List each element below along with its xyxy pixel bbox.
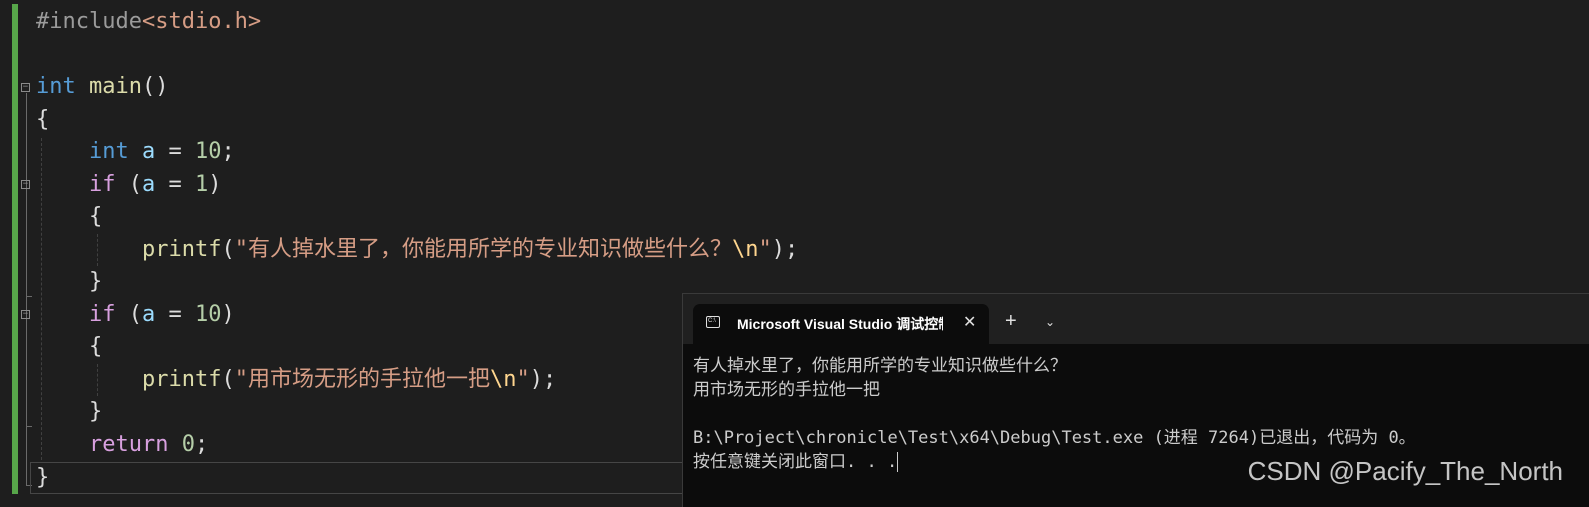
console-line: 用市场无形的手拉他一把 (693, 380, 880, 400)
code-line-5[interactable]: int a = 10; (36, 136, 235, 168)
type-keyword: int (36, 74, 76, 99)
variable-token: a (141, 139, 156, 164)
brace-token: } (36, 465, 50, 490)
operator-token: = (155, 302, 195, 327)
parens-token: () (141, 74, 169, 99)
code-line-4[interactable]: { (36, 104, 49, 136)
function-name: main (89, 74, 142, 99)
number-token: 10 (194, 139, 222, 164)
code-line-6[interactable]: if (a = 1) (36, 169, 222, 201)
escape-sequence-token: \n (489, 367, 517, 392)
brace-token: } (88, 399, 103, 424)
string-quote-token: " (758, 237, 772, 262)
variable-token: a (141, 302, 156, 327)
fold-end-if1 (26, 296, 32, 297)
semicolon-token: ; (221, 139, 235, 164)
code-line-14[interactable]: return 0; (36, 429, 208, 461)
code-line-12[interactable]: printf("用市场无形的手拉他一把\n"); (36, 364, 556, 396)
console-prompt-text: 按任意键关闭此窗口. . . (693, 452, 898, 472)
collapse-main-icon[interactable]: − (21, 83, 30, 92)
call-close-token: ); (771, 237, 799, 262)
code-line-13[interactable]: } (36, 396, 102, 428)
collapse-if2-icon[interactable]: − (21, 310, 30, 319)
string-literal-token: "有人掉水里了，你能用所学的专业知识做些什么？ (234, 237, 732, 262)
text-cursor (897, 452, 899, 472)
chevron-down-icon[interactable]: ⌄ (1045, 312, 1055, 332)
number-token: 1 (194, 172, 209, 197)
number-token: 10 (194, 302, 222, 327)
brace-token: { (36, 107, 50, 132)
operator-token: = (155, 139, 195, 164)
code-line-15[interactable]: } (36, 462, 49, 494)
outlining-margin: − − − (18, 0, 34, 506)
number-token: 0 (181, 432, 195, 457)
code-line-1[interactable]: #include<stdio.h> (36, 6, 261, 38)
function-call-token: printf (141, 237, 222, 262)
code-line-9[interactable]: } (36, 266, 102, 298)
console-tab[interactable]: C:\ Microsoft Visual Studio 调试控制台 ✕ (693, 304, 989, 344)
console-titlebar[interactable]: C:\ Microsoft Visual Studio 调试控制台 ✕ + ⌄ (683, 294, 1589, 344)
fold-end-if2 (26, 426, 32, 427)
code-line-7[interactable]: { (36, 201, 102, 233)
console-line: 有人掉水里了，你能用所学的专业知识做些什么？ (693, 356, 1067, 376)
brace-token: { (88, 334, 103, 359)
type-keyword: int (88, 139, 129, 164)
control-keyword: return (88, 432, 169, 457)
brace-token: { (88, 204, 103, 229)
terminal-icon-label: C:\ (708, 318, 716, 324)
code-line-3[interactable]: int main() (36, 71, 168, 103)
brace-token: } (88, 269, 103, 294)
call-close-token: ); (529, 367, 557, 392)
variable-token: a (141, 172, 156, 197)
function-call-token: printf (141, 367, 222, 392)
terminal-icon: C:\ (706, 316, 720, 328)
string-literal-token: "用市场无形的手拉他一把 (234, 367, 490, 392)
include-header-token: <stdio.h> (141, 9, 262, 34)
string-quote-token: " (516, 367, 530, 392)
collapse-if1-icon[interactable]: − (21, 180, 30, 189)
code-line-8[interactable]: printf("有人掉水里了，你能用所学的专业知识做些什么？\n"); (36, 234, 798, 266)
escape-sequence-token: \n (731, 237, 759, 262)
code-line-11[interactable]: { (36, 331, 102, 363)
code-line-10[interactable]: if (a = 10) (36, 299, 235, 331)
control-keyword: if (88, 302, 116, 327)
control-keyword: if (88, 172, 116, 197)
watermark: CSDN @Pacify_The_North (1247, 456, 1563, 486)
console-line: B:\Project\chronicle\Test\x64\Debug\Test… (693, 428, 1416, 448)
semicolon-token: ; (194, 432, 209, 457)
close-tab-icon[interactable]: ✕ (963, 312, 976, 334)
console-tab-title: Microsoft Visual Studio 调试控制台 (737, 316, 943, 332)
operator-token: = (155, 172, 195, 197)
new-tab-icon[interactable]: + (1005, 310, 1017, 332)
preprocessor-token: #include (36, 9, 142, 34)
